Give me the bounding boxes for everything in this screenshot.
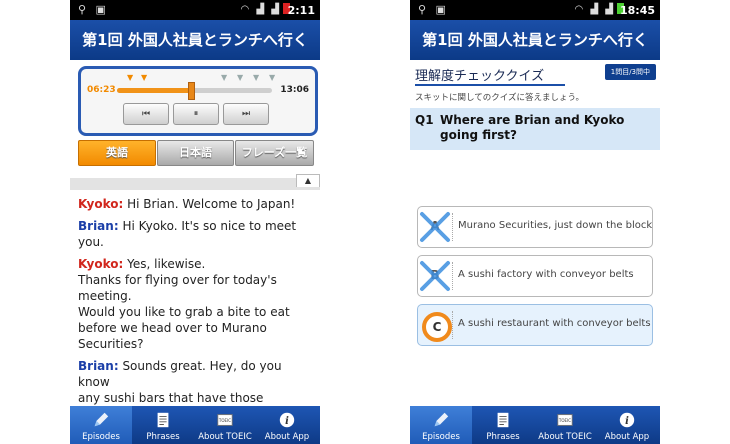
svg-text:i: i <box>625 416 629 427</box>
tab-english[interactable]: 英語 <box>78 140 156 166</box>
nav-episodes[interactable]: Episodes <box>70 406 132 444</box>
skip-forward-icon: ⏭ <box>241 109 251 119</box>
pencil-icon <box>434 412 449 427</box>
skip-back-icon: ⏮ <box>141 109 151 119</box>
collapse-button[interactable]: ▲ <box>296 174 320 187</box>
nav-label: Phrases <box>486 432 520 442</box>
toeic-icon: TOEIC <box>217 414 233 426</box>
phone-screen-quiz: ⚲ ▣ ◠ ▟ ▟ 18:45 第1回 外国人社員とランチへ行く 理解度チェック… <box>410 0 660 444</box>
answer-option-a[interactable]: A Murano Securities, just down the block <box>417 206 653 248</box>
correct-mark-icon: C <box>422 312 452 342</box>
nav-label: About TOEIC <box>538 432 592 442</box>
notification-icons: ⚲ ▣ <box>418 3 449 16</box>
document-icon <box>497 412 509 428</box>
info-icon: i <box>619 412 635 428</box>
answer-text: Murano Securities, just down the block <box>458 220 653 231</box>
divider <box>452 311 454 339</box>
question-counter-badge: 1問目/3問中 <box>604 64 656 80</box>
script-line: Kyoko: Yes, likewise. Thanks for flying … <box>70 256 320 352</box>
document-icon <box>157 412 169 428</box>
pause-button[interactable]: ⏸ <box>173 103 219 125</box>
status-time: 2:11 <box>287 4 315 17</box>
page-title: 第1回 外国人社員とランチへ行く <box>410 20 660 60</box>
nav-phrases[interactable]: Phrases <box>132 406 194 444</box>
bookmark-marker-icon[interactable]: ▼ <box>127 73 133 82</box>
speaker-name: Brian: <box>78 359 119 373</box>
caret-up-icon: ▲ <box>304 176 312 185</box>
divider <box>452 213 454 241</box>
bottom-nav: Episodes Phrases TOEIC About TOEIC i Abo… <box>410 406 660 444</box>
nav-about-app[interactable]: i About App <box>596 406 658 444</box>
script-line: Brian: Sounds great. Hey, do you know an… <box>70 358 320 406</box>
pause-icon: ⏸ <box>193 109 199 119</box>
progress-fill <box>117 88 192 93</box>
pencil-icon <box>94 412 109 427</box>
bookmark-marker-icon[interactable]: ▼ <box>253 73 259 82</box>
title-underline <box>415 84 565 86</box>
info-icon: i <box>279 412 295 428</box>
system-status-icons: ◠ ▟ ▟ <box>241 3 290 15</box>
nav-label: Episodes <box>422 432 460 442</box>
question-number: Q1 <box>415 113 434 127</box>
speaker-name: Kyoko: <box>78 257 124 271</box>
player-area: ▼ ▼ ▼ ▼ ▼ ▼ 06:23 13:06 ⏮ ⏸ ⏭ 英語 日本語 フレー… <box>70 60 320 178</box>
divider <box>70 178 320 190</box>
progress-track[interactable] <box>117 82 272 100</box>
line-text: Hi Brian. Welcome to Japan! <box>123 197 296 211</box>
bottom-nav: Episodes Phrases TOEIC About TOEIC i Abo… <box>70 406 320 444</box>
nav-episodes[interactable]: Episodes <box>410 406 472 444</box>
svg-text:TOEIC: TOEIC <box>558 418 571 423</box>
nav-label: Episodes <box>82 432 120 442</box>
toeic-icon: TOEIC <box>557 414 573 426</box>
tab-japanese[interactable]: 日本語 <box>157 140 234 166</box>
script-transcript[interactable]: Kyoko: Hi Brian. Welcome to Japan! Brian… <box>70 196 320 406</box>
script-line: Kyoko: Hi Brian. Welcome to Japan! <box>70 196 320 212</box>
wrong-mark-icon <box>420 212 450 242</box>
status-bar: ⚲ ▣ ◠ ▟ ▟ 18:45 <box>410 0 660 20</box>
script-line: Brian: Hi Kyoko. It's so nice to meet yo… <box>70 218 320 250</box>
bookmark-marker-icon[interactable]: ▼ <box>269 73 275 82</box>
svg-text:i: i <box>285 416 289 427</box>
nav-label: About TOEIC <box>198 432 252 442</box>
answer-text: A sushi factory with conveyor belts <box>458 269 634 280</box>
nav-about-app[interactable]: i About App <box>256 406 318 444</box>
wrong-mark-icon <box>420 261 450 291</box>
phone-screen-player: ⚲ ▣ ◠ ▟ ▟ 2:11 第1回 外国人社員とランチへ行く ▼ ▼ ▼ ▼ … <box>70 0 320 444</box>
question-text: Where are Brian and Kyoko going first? <box>440 113 625 142</box>
nav-label: Phrases <box>146 432 180 442</box>
quiz-title: 理解度チェッククイズ <box>415 69 545 84</box>
bookmark-marker-icon[interactable]: ▼ <box>141 73 147 82</box>
status-time: 18:45 <box>619 4 655 17</box>
speaker-name: Kyoko: <box>78 197 124 211</box>
language-tabs: 英語 日本語 フレーズ一覧 <box>78 140 314 166</box>
nav-label: About App <box>264 432 310 442</box>
next-button[interactable]: ⏭ <box>223 103 269 125</box>
speaker-name: Brian: <box>78 219 119 233</box>
quiz-instruction: スキットに関してのクイズに答えましょう。 <box>415 93 584 103</box>
divider <box>452 262 454 290</box>
nav-phrases[interactable]: Phrases <box>472 406 534 444</box>
total-time: 13:06 <box>280 85 309 95</box>
answer-option-c[interactable]: C A sushi restaurant with conveyor belts <box>417 304 653 346</box>
question-box: Q1 Where are Brian and Kyoko going first… <box>410 108 660 150</box>
answer-option-b[interactable]: B A sushi factory with conveyor belts <box>417 255 653 297</box>
bookmark-marker-icon[interactable]: ▼ <box>237 73 243 82</box>
system-status-icons: ◠ ▟ ▟ <box>575 3 624 15</box>
notification-icons: ⚲ ▣ <box>78 3 109 16</box>
svg-text:TOEIC: TOEIC <box>218 418 231 423</box>
answer-text: A sushi restaurant with conveyor belts <box>458 318 651 329</box>
nav-about-toeic[interactable]: TOEIC About TOEIC <box>194 406 256 444</box>
status-bar: ⚲ ▣ ◠ ▟ ▟ 2:11 <box>70 0 320 20</box>
audio-player: ▼ ▼ ▼ ▼ ▼ ▼ 06:23 13:06 ⏮ ⏸ ⏭ <box>78 66 318 136</box>
nav-label: About App <box>604 432 650 442</box>
tab-phrase-list[interactable]: フレーズ一覧 <box>235 140 314 166</box>
page-title: 第1回 外国人社員とランチへ行く <box>70 20 320 60</box>
elapsed-time: 06:23 <box>87 85 116 95</box>
bookmark-marker-icon[interactable]: ▼ <box>221 73 227 82</box>
line-text: Yes, likewise. Thanks for flying over fo… <box>78 257 290 351</box>
previous-button[interactable]: ⏮ <box>123 103 169 125</box>
progress-knob[interactable] <box>188 82 196 100</box>
quiz-header: 理解度チェッククイズ 1問目/3問中 スキットに関してのクイズに答えましょう。 <box>410 60 660 108</box>
nav-about-toeic[interactable]: TOEIC About TOEIC <box>534 406 596 444</box>
